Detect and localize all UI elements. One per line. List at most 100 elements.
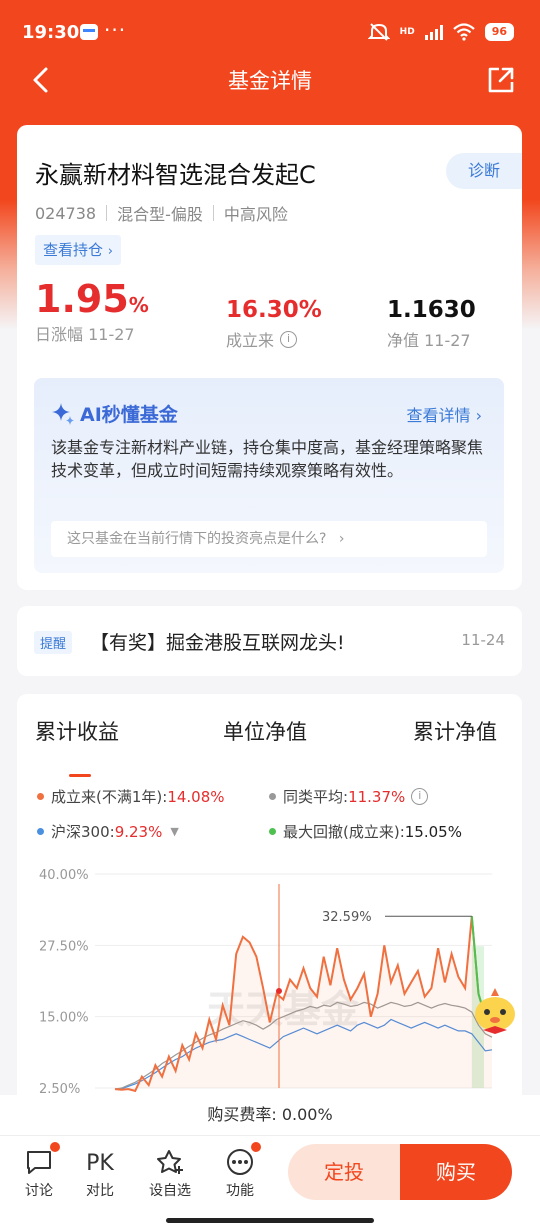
since-inception-label-row: 成立来 i <box>226 327 322 351</box>
more-notifications-icon: ··· <box>104 18 127 42</box>
watchlist-label: 设自选 <box>149 1183 191 1199</box>
sparkle-icon <box>52 402 74 425</box>
fund-meta: 024738 混合型-偏股 中高风险 <box>35 201 288 225</box>
buy-button[interactable]: 购买 <box>400 1144 512 1200</box>
legend-peer-label: 同类平均: <box>283 788 349 806</box>
fund-name: 永赢新材料智选混合发起C <box>35 161 316 189</box>
legend-fund: 成立来(不满1年): 14.08% <box>37 786 225 807</box>
fixed-investment-button[interactable]: 定投 <box>288 1144 400 1200</box>
since-inception-value: 16.30% <box>226 297 322 323</box>
pk-icon: PK <box>86 1151 114 1176</box>
y-tick-label: 27.50% <box>39 939 89 954</box>
tab-cumulative-nav[interactable]: 累计净值 <box>413 716 497 746</box>
ai-question-prompt[interactable]: 这只基金在当前行情下的投资亮点是什么? › <box>51 521 487 557</box>
since-inception-stat: 16.30% 成立来 i <box>226 285 322 351</box>
performance-chart-card: 累计收益 单位净值 累计净值 成立来(不满1年): 14.08% 同类平均: 1… <box>17 694 522 1114</box>
cumulative-return-chart[interactable]: 40.00%27.50%15.00%2.50%天天基金32.59% <box>17 854 522 1094</box>
status-bar: 19:30 ··· HD 96 <box>0 0 540 62</box>
fund-summary-card: 永赢新材料智选混合发起C 诊断 024738 混合型-偏股 中高风险 查看持仓 … <box>17 125 522 590</box>
view-holdings-button[interactable]: 查看持仓 › <box>35 235 121 265</box>
discuss-icon <box>14 1142 64 1180</box>
notice-date: 11-24 <box>461 631 505 649</box>
functions-button[interactable]: 功能 <box>215 1142 265 1200</box>
nav-bar: 基金详情 <box>0 55 540 105</box>
star-plus-icon <box>145 1148 195 1180</box>
signal-icon <box>424 24 443 40</box>
ai-question-text: 这只基金在当前行情下的投资亮点是什么? <box>67 531 327 547</box>
chevron-right-icon: › <box>107 244 113 259</box>
legend-peer-value: 11.37% <box>348 787 406 806</box>
ai-title: AI秒懂基金 <box>50 400 178 427</box>
info-icon[interactable]: i <box>411 788 429 805</box>
mute-icon <box>367 23 390 41</box>
ai-detail-link[interactable]: 查看详情 › <box>406 402 482 426</box>
discuss-label: 讨论 <box>25 1183 53 1199</box>
drawdown-series-dot <box>269 828 276 835</box>
peak-annotation: 32.59% <box>322 910 372 925</box>
add-watchlist-button[interactable]: 设自选 <box>145 1148 195 1200</box>
daily-change-label: 日涨幅 11-27 <box>35 325 135 344</box>
caret-down-icon[interactable]: ▼ <box>170 825 178 838</box>
nav-stat: 1.1630 净值 11-27 <box>387 285 476 351</box>
y-tick-label: 2.50% <box>39 1082 80 1094</box>
legend-index: 沪深300: 9.23% ▼ <box>37 821 179 842</box>
notification-dot <box>50 1142 60 1152</box>
fund-series-dot <box>37 793 44 800</box>
fund-code: 024738 <box>35 203 97 223</box>
bottom-toolbar: 讨论 PK 对比 设自选 功能 定投 购买 <box>0 1135 540 1230</box>
notice-text: 【有奖】掘金港股互联网龙头! <box>90 632 345 654</box>
view-holdings-label: 查看持仓 <box>43 241 104 259</box>
legend-drawdown-value: 15.05% <box>404 822 462 841</box>
nav-value: 1.1630 <box>387 297 476 323</box>
crosshair-point <box>276 987 282 994</box>
fee-label: 购买费率: <box>207 1105 277 1124</box>
tab-unit-nav[interactable]: 单位净值 <box>223 716 307 746</box>
legend-index-label: 沪深300: <box>51 823 115 841</box>
notice-tag: 提醒 <box>34 631 73 654</box>
daily-change-stat: 1.95% 日涨幅 11-27 <box>35 277 149 345</box>
purchase-fee-bar: 购买费率: 0.00% <box>0 1095 540 1135</box>
daily-change-value: 1.95 <box>35 277 129 321</box>
divider <box>106 205 108 221</box>
notification-dot <box>251 1142 261 1152</box>
fee-value: 0.00% <box>281 1105 333 1124</box>
status-icons: HD 96 <box>367 22 514 42</box>
diagnose-button[interactable]: 诊断 <box>446 153 522 189</box>
ai-summary-box: AI秒懂基金 查看详情 › 该基金专注新材料产业链，持仓集中度高，基金经理策略聚… <box>34 378 504 573</box>
chart-tabs: 累计收益 单位净值 累计净值 <box>17 716 522 777</box>
y-tick-label: 15.00% <box>39 1011 89 1026</box>
fund-type: 混合型-偏股 <box>117 205 203 224</box>
info-icon[interactable]: i <box>280 330 298 348</box>
ai-summary-text: 该基金专注新材料产业链，持仓集中度高，基金经理策略聚焦技术变革，但成立时间短需持… <box>51 438 484 480</box>
status-time: 19:30 <box>22 22 80 43</box>
since-inception-label: 成立来 <box>226 331 275 350</box>
mail-notification-icon <box>80 24 98 40</box>
tab-cumulative-return[interactable]: 累计收益 <box>35 716 119 746</box>
y-tick-label: 40.00% <box>39 868 89 883</box>
daily-change-unit: % <box>128 293 149 317</box>
share-icon[interactable] <box>486 65 516 95</box>
page-title: 基金详情 <box>228 69 312 93</box>
compare-button[interactable]: PK 对比 <box>75 1148 125 1200</box>
legend-drawdown-label: 最大回撤(成立来): <box>283 823 405 841</box>
hd-label: HD <box>399 27 415 37</box>
fund-risk: 中高风险 <box>223 205 288 224</box>
nav-label: 净值 11-27 <box>387 331 471 350</box>
peer-series-dot <box>269 793 276 800</box>
divider <box>212 205 214 221</box>
index-series-dot <box>37 828 44 835</box>
notice-card[interactable]: 提醒 【有奖】掘金港股互联网龙头! 11-24 <box>17 606 522 676</box>
chevron-right-icon: › <box>338 531 345 547</box>
mascot-icon[interactable] <box>469 984 521 1040</box>
active-tab-indicator <box>69 774 91 777</box>
legend-peer: 同类平均: 11.37% i <box>269 786 429 807</box>
more-icon <box>215 1142 265 1180</box>
functions-label: 功能 <box>226 1183 254 1199</box>
chevron-right-icon: › <box>475 406 482 425</box>
discuss-button[interactable]: 讨论 <box>14 1142 64 1200</box>
compare-label: 对比 <box>86 1183 114 1199</box>
fund-series-area <box>115 916 492 1091</box>
legend-drawdown: 最大回撤(成立来): 15.05% <box>269 821 462 842</box>
legend-fund-label: 成立来(不满1年): <box>51 788 168 806</box>
wifi-icon <box>452 23 475 41</box>
